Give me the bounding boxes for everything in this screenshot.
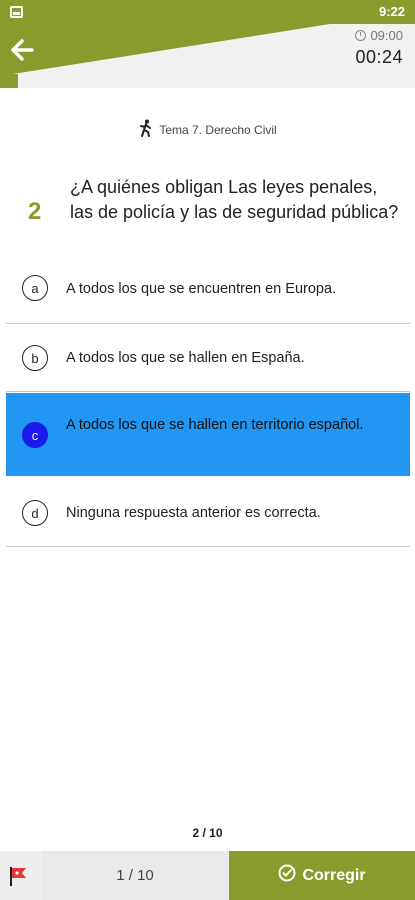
question-text: ¿A quiénes obligan Las leyes penales, la… [70,177,399,222]
check-circle-icon [278,864,296,887]
option-letter: b [22,345,48,371]
option-text: A todos los que se encuentren en Europa. [66,281,337,297]
notification-icon [10,6,23,18]
clock-icon [355,30,367,41]
answer-option-c[interactable]: c A todos los que se hallen en territori… [6,393,410,476]
option-letter: a [22,275,48,301]
header-background [0,24,330,88]
option-letter: c [22,422,48,448]
page-counter: 2 / 10 [192,826,223,840]
flag-icon[interactable] [8,865,30,887]
footer-bar: 1 / 10 Corregir [0,851,415,900]
answered-progress: 1 / 10 [42,851,228,900]
option-text: A todos los que se hallen en territorio … [66,417,364,433]
option-text: Ninguna respuesta anterior es correcta. [66,505,321,521]
person-walking-icon [138,119,154,140]
time-limit-value: 09:00 [370,28,403,43]
topic-text: Tema 7. Derecho Civil [159,122,277,137]
status-clock: 9:22 [378,4,405,19]
topic-label: Tema 7. Derecho Civil [0,119,415,140]
time-limit: 09:00 [355,28,403,43]
option-text: A todos los que se hallen en España. [66,350,305,366]
answer-option-d[interactable]: d Ninguna respuesta anterior es correcta… [6,478,410,547]
answer-option-b[interactable]: b A todos los que se hallen en España. [6,324,410,392]
correct-button-label: Corregir [302,866,366,884]
answer-option-a[interactable]: a A todos los que se encuentren en Europ… [6,254,410,324]
status-bar: 9:22 [0,0,415,24]
elapsed-time: 00:24 [355,47,403,67]
option-letter: d [22,500,48,526]
back-arrow-icon[interactable] [8,36,36,64]
quiz-header: 09:00 00:24 [0,24,415,88]
correct-button[interactable]: Corregir [229,851,415,900]
question-number: 2 [28,198,42,225]
timer: 09:00 00:24 [355,28,403,68]
